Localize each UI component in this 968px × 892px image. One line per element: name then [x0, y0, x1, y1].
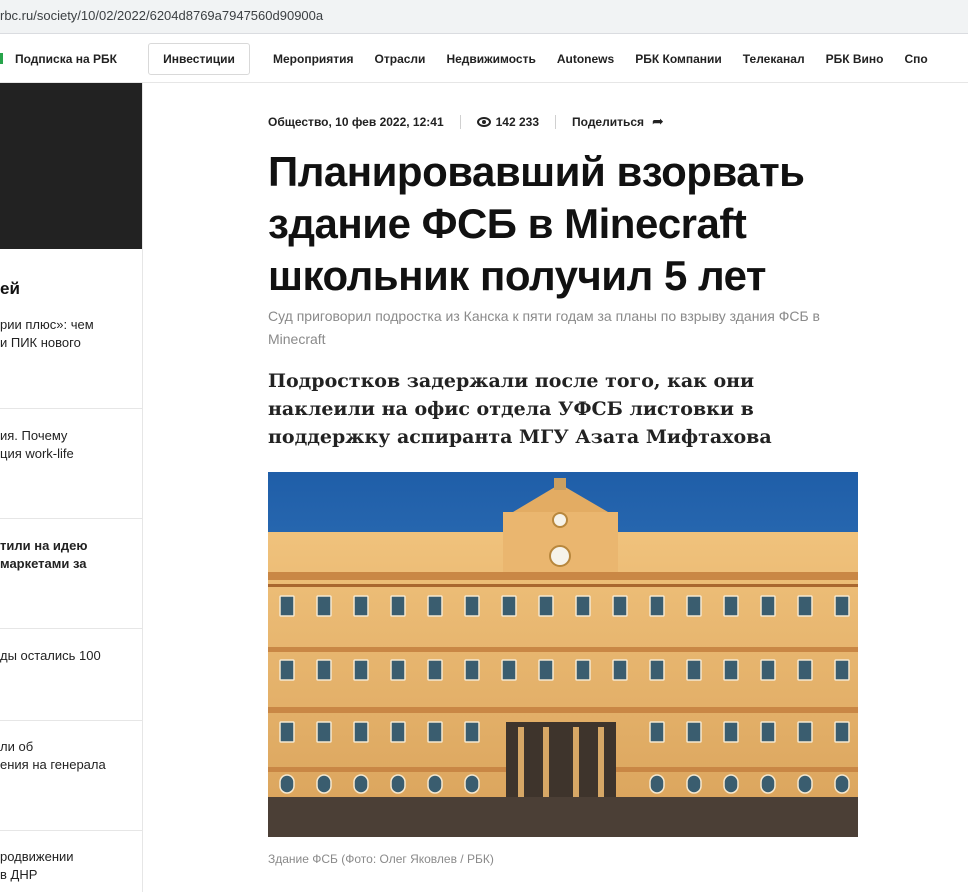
article-meta: Общество, 10 фев 2022, 12:41 142 233 Под… [268, 113, 664, 130]
sidebar-news-text: родвижении в ДНР [0, 849, 74, 882]
nav-item-industries[interactable]: Отрасли [375, 52, 426, 66]
sidebar-news-item[interactable]: ли об ения на генерала [0, 738, 142, 831]
sidebar-news-item[interactable]: ды остались 100 [0, 647, 142, 721]
sidebar-news-text: рии плюс»: чем и ПИК нового [0, 317, 94, 350]
sidebar-heading: ей [0, 279, 20, 298]
meta-divider [555, 114, 557, 129]
sidebar-news-item[interactable]: тили на идею маркетами за [0, 537, 142, 629]
meta-divider [459, 114, 461, 129]
url-text[interactable]: rbc.ru/society/10/02/2022/6204d8769a7947… [0, 8, 323, 23]
subscribe-link[interactable]: Подписка на РБК [0, 52, 117, 66]
fsb-building-image [268, 472, 858, 837]
share-label: Поделиться [572, 115, 645, 129]
sidebar-news-item[interactable]: рии плюс»: чем и ПИК нового [0, 316, 142, 409]
sidebar-news-text: ды остались 100 [0, 648, 101, 663]
nav-menu: Мероприятия Отрасли Недвижимость Autonews РБ… [273, 52, 949, 66]
view-count: 142 233 [495, 114, 540, 129]
article-photo[interactable] [268, 472, 858, 837]
investments-button[interactable]: Инвестиции [148, 43, 250, 75]
nav-item-sport[interactable]: Спо [905, 52, 928, 66]
article-title: Планировавший взорвать здание ФСБ в Mine… [268, 148, 805, 299]
sidebar-news-text: тили на идею маркетами за [0, 538, 88, 571]
top-navigation: Подписка на РБК Инвестиции Мероприятия От… [0, 35, 968, 83]
nav-item-events[interactable]: Мероприятия [273, 52, 354, 66]
sidebar-news-text: ли об ения на генерала [0, 739, 106, 772]
nav-item-companies[interactable]: РБК Компании [635, 52, 722, 66]
sidebar-news-text: ия. Почему ция work-life [0, 428, 74, 461]
photo-caption: Здание ФСБ (Фото: Олег Яковлев / РБК) [268, 852, 494, 866]
address-bar[interactable]: rbc.ru/society/10/02/2022/6204d8769a7947… [0, 0, 968, 34]
share-arrow-icon: ➦ [652, 113, 664, 129]
article-rubric-date[interactable]: Общество, 10 фев 2022, 12:41 [268, 115, 444, 129]
eye-icon [476, 116, 491, 127]
sidebar-news-item[interactable]: родвижении в ДНР [0, 848, 142, 892]
left-sidebar: ей рии плюс»: чем и ПИК нового ия. Почем… [0, 83, 143, 892]
share-button[interactable]: Поделиться ➦ [572, 113, 664, 130]
nav-item-autonews[interactable]: Autonews [557, 52, 614, 66]
sidebar-news-item[interactable]: ия. Почему ция work-life [0, 427, 142, 519]
sidebar-promo-banner[interactable] [0, 83, 142, 249]
article-lead: Подростков задержали после того, как они… [268, 370, 772, 448]
subscribe-marker [0, 53, 3, 64]
article-subtitle: Суд приговорил подростка из Канска к пят… [268, 308, 820, 347]
nav-item-tv[interactable]: Телеканал [743, 52, 805, 66]
nav-item-wine[interactable]: РБК Вино [826, 52, 884, 66]
subscribe-label: Подписка на РБК [15, 52, 117, 66]
nav-item-realty[interactable]: Недвижимость [446, 52, 535, 66]
